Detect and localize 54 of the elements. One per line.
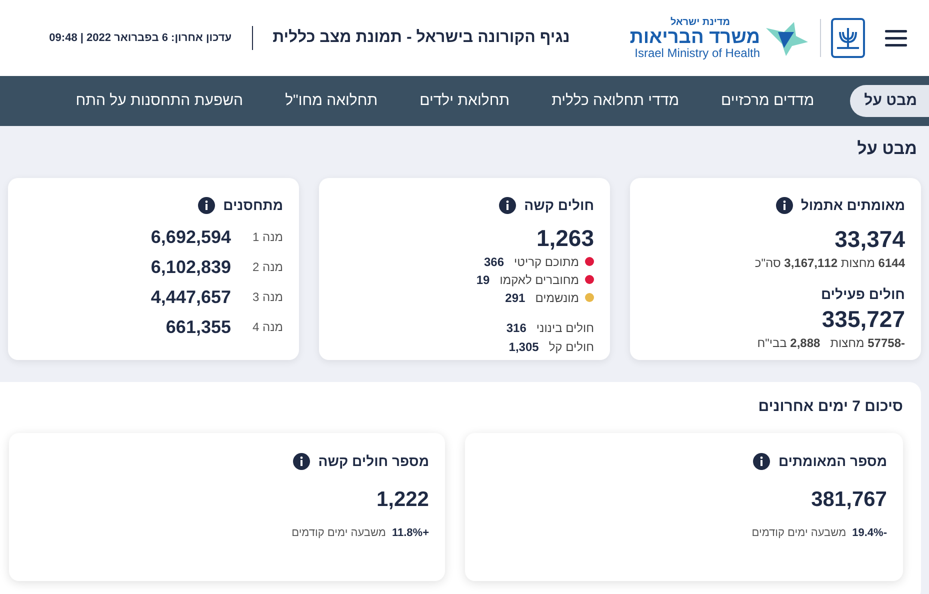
ministry-name-english: Israel Ministry of Health bbox=[634, 46, 760, 58]
dose-label: מנה 4 bbox=[251, 319, 283, 336]
stat-value: 381,767 bbox=[810, 486, 887, 512]
info-icon[interactable] bbox=[198, 197, 216, 214]
dose-value: 661,355 bbox=[166, 316, 231, 338]
dose-label: מנה 2 bbox=[251, 259, 283, 276]
stat-detail-label: מונשמים bbox=[535, 290, 579, 307]
stat-detail-value: 316 bbox=[506, 320, 526, 338]
card-title: מספר המאומתים bbox=[778, 452, 887, 470]
change-label: משבעה ימים קודמים bbox=[752, 526, 846, 541]
section-title: מבט על bbox=[857, 139, 917, 158]
nav-tab[interactable]: תחלואה מחו"ל bbox=[279, 84, 384, 118]
page-heading: נגיף הקורונה בישראל - תמונת מצב כללית bbox=[272, 28, 570, 48]
ministry-name: משרד הבריאות bbox=[630, 28, 760, 46]
stat-detail-value: 291 bbox=[505, 290, 526, 307]
card-title: מאומתים אתמול bbox=[800, 196, 905, 215]
nav-tab[interactable]: מבט על bbox=[850, 84, 929, 118]
stat-value: 33,374 bbox=[834, 225, 905, 254]
info-icon[interactable] bbox=[776, 197, 793, 214]
stat-detail-label: מחוברים לאקמו bbox=[500, 272, 579, 289]
stat-value: 1,263 bbox=[535, 224, 594, 253]
stat-value: 1,222 bbox=[375, 486, 429, 512]
state-label: מדינת ישראל bbox=[669, 18, 731, 28]
card-title: מספר חולים קשה bbox=[318, 452, 429, 471]
info-icon[interactable] bbox=[499, 197, 516, 214]
emblem-icon bbox=[831, 18, 865, 58]
stat-value: 335,727 bbox=[820, 304, 905, 334]
change-value: +11.8% bbox=[392, 526, 429, 541]
dose-value: 6,102,839 bbox=[150, 256, 231, 278]
card-title: מתחסנים bbox=[223, 196, 283, 215]
stat-subtitle: חולים פעילים bbox=[820, 284, 905, 304]
nav-tab[interactable]: השפעת התחסנות על התח bbox=[70, 84, 250, 118]
stat-detail-label: מתוכם קריטי bbox=[514, 254, 579, 271]
card-title: חולים קשה bbox=[524, 196, 594, 215]
dose-label: מנה 3 bbox=[251, 289, 283, 306]
dose-value: 6,692,594 bbox=[150, 226, 231, 248]
info-icon[interactable] bbox=[293, 452, 310, 470]
stat-detail-value: 366 bbox=[484, 254, 504, 271]
last-updated: עדכון אחרון: 6 בפברואר 2022 | 09:48 bbox=[49, 30, 232, 46]
nav-tab[interactable]: מדדים מרכזיים bbox=[715, 84, 820, 118]
menu-icon[interactable] bbox=[885, 30, 907, 46]
nav-tab[interactable]: מדדי תחלואה כללית bbox=[546, 84, 686, 118]
nav-tab[interactable]: תחלואת ילדים bbox=[414, 84, 516, 118]
dose-label: מנה 1 bbox=[251, 229, 283, 246]
dose-value: 4,447,657 bbox=[150, 286, 231, 308]
section-title: סיכום 7 ימים אחרונים bbox=[757, 397, 903, 417]
stat-detail-value: 1,305 bbox=[508, 339, 539, 356]
stat-detail-value: 19 bbox=[476, 272, 490, 289]
change-value: -19.4% bbox=[852, 526, 887, 541]
info-icon[interactable] bbox=[753, 452, 770, 470]
change-label: משבעה ימים קודמים bbox=[292, 526, 386, 541]
star-logo-icon bbox=[764, 20, 810, 56]
stat-detail-label: חולים קל bbox=[548, 339, 594, 356]
stat-detail-label: חולים בינוני bbox=[536, 320, 594, 338]
